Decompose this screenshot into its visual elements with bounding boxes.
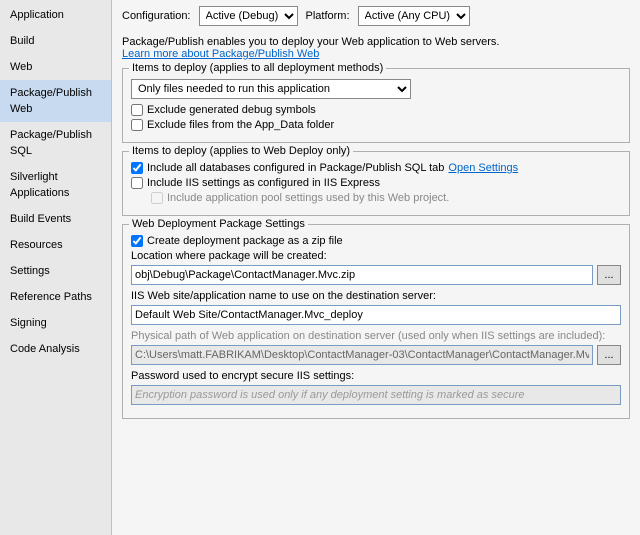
- deploy-group-2: Items to deploy (applies to Web Deploy o…: [122, 151, 630, 216]
- location-input[interactable]: [131, 265, 593, 285]
- physical-browse-button[interactable]: ...: [597, 345, 621, 365]
- pkg-settings-title: Web Deployment Package Settings: [129, 218, 308, 230]
- physical-input[interactable]: [131, 345, 593, 365]
- exclude-appdata-label: Exclude files from the App_Data folder: [147, 119, 334, 131]
- include-pool-checkbox[interactable]: [151, 192, 163, 204]
- include-pool-label: Include application pool settings used b…: [167, 192, 449, 204]
- location-label: Location where package will be created:: [131, 250, 621, 262]
- sidebar-item-web[interactable]: Web: [0, 54, 111, 80]
- platform-select[interactable]: Active (Any CPU): [358, 6, 470, 26]
- exclude-debug-label: Exclude generated debug symbols: [147, 104, 316, 116]
- include-databases-label: Include all databases configured in Pack…: [147, 162, 444, 174]
- top-bar: Configuration: Active (Debug) Platform: …: [122, 6, 630, 26]
- location-row: ...: [131, 265, 621, 285]
- exclude-appdata-checkbox[interactable]: [131, 119, 143, 131]
- location-browse-button[interactable]: ...: [597, 265, 621, 285]
- deploy-group-2-title: Items to deploy (applies to Web Deploy o…: [129, 145, 353, 157]
- password-row: [131, 385, 621, 405]
- iis-row: [131, 305, 621, 325]
- sidebar-item-reference-paths[interactable]: Reference Paths: [0, 284, 111, 310]
- deploy-group-1-title: Items to deploy (applies to all deployme…: [129, 62, 386, 74]
- learn-more-link[interactable]: Learn more about Package/Publish Web: [122, 48, 319, 60]
- include-iis-label: Include IIS settings as configured in II…: [147, 177, 380, 189]
- physical-row: ...: [131, 345, 621, 365]
- create-zip-row: Create deployment package as a zip file: [131, 235, 621, 247]
- iis-label: IIS Web site/application name to use on …: [131, 290, 621, 302]
- sidebar-item-package-publish-sql[interactable]: Package/Publish SQL: [0, 122, 111, 164]
- main-content: Configuration: Active (Debug) Platform: …: [112, 0, 640, 535]
- include-pool-row: Include application pool settings used b…: [151, 192, 621, 204]
- sidebar: ApplicationBuildWebPackage/Publish WebPa…: [0, 0, 112, 535]
- include-databases-checkbox[interactable]: [131, 162, 143, 174]
- create-zip-label: Create deployment package as a zip file: [147, 235, 343, 247]
- sidebar-item-build[interactable]: Build: [0, 28, 111, 54]
- password-input[interactable]: [131, 385, 621, 405]
- deploy-method-select[interactable]: Only files needed to run this applicatio…: [131, 79, 411, 99]
- physical-label: Physical path of Web application on dest…: [131, 330, 621, 342]
- include-iis-row: Include IIS settings as configured in II…: [131, 177, 621, 189]
- config-select[interactable]: Active (Debug): [199, 6, 298, 26]
- open-settings-link[interactable]: Open Settings: [448, 162, 518, 174]
- exclude-appdata-row: Exclude files from the App_Data folder: [131, 119, 621, 131]
- platform-label: Platform:: [306, 10, 350, 22]
- sidebar-item-silverlight-applications[interactable]: Silverlight Applications: [0, 164, 111, 206]
- iis-input[interactable]: [131, 305, 621, 325]
- include-iis-checkbox[interactable]: [131, 177, 143, 189]
- sidebar-item-resources[interactable]: Resources: [0, 232, 111, 258]
- sidebar-item-signing[interactable]: Signing: [0, 310, 111, 336]
- create-zip-checkbox[interactable]: [131, 235, 143, 247]
- pkg-settings-group: Web Deployment Package Settings Create d…: [122, 224, 630, 419]
- exclude-debug-checkbox[interactable]: [131, 104, 143, 116]
- description-text: Package/Publish enables you to deploy yo…: [122, 36, 630, 60]
- sidebar-item-settings[interactable]: Settings: [0, 258, 111, 284]
- sidebar-item-build-events[interactable]: Build Events: [0, 206, 111, 232]
- sidebar-item-code-analysis[interactable]: Code Analysis: [0, 336, 111, 362]
- password-label: Password used to encrypt secure IIS sett…: [131, 370, 621, 382]
- sidebar-item-package-publish-web[interactable]: Package/Publish Web: [0, 80, 111, 122]
- exclude-debug-row: Exclude generated debug symbols: [131, 104, 621, 116]
- deploy-group-1: Items to deploy (applies to all deployme…: [122, 68, 630, 143]
- config-label: Configuration:: [122, 10, 191, 22]
- sidebar-item-application[interactable]: Application: [0, 2, 111, 28]
- include-databases-row: Include all databases configured in Pack…: [131, 162, 621, 174]
